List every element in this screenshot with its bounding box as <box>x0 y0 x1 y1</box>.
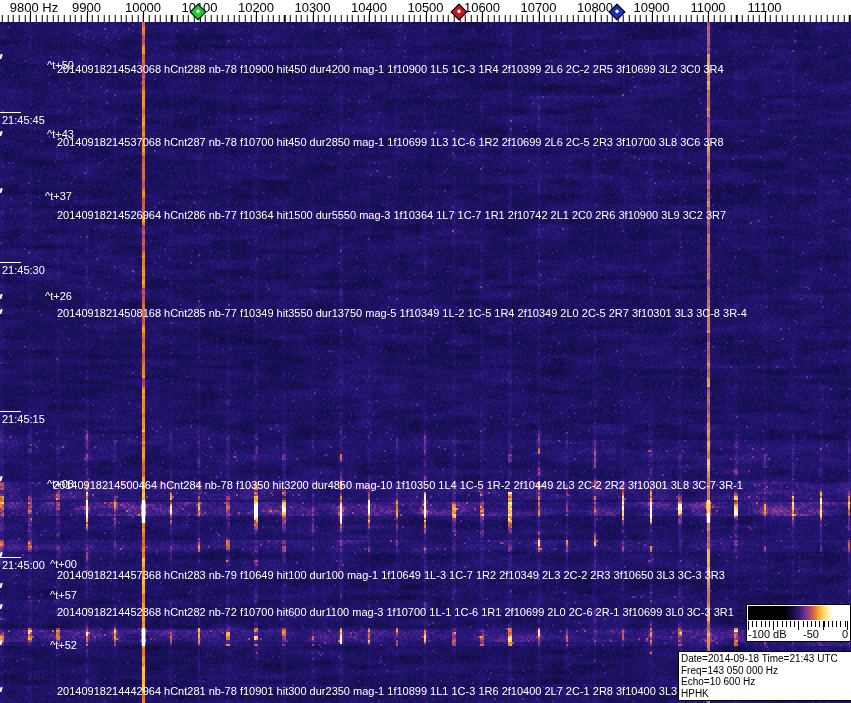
legend-mid-label: -50 <box>803 628 819 640</box>
ruler-tick-label: 10500 <box>407 1 443 14</box>
event-detection-line: 20140918214442964 hCnt281 nb-78 f10901 h… <box>57 686 694 697</box>
event-time-mark: ^t+52 <box>50 640 77 651</box>
time-label: 21:45:30 <box>2 264 45 276</box>
left-event-tick <box>0 476 3 481</box>
left-event-tick <box>0 604 3 609</box>
legend-major-tick <box>847 621 848 630</box>
event-detection-line: 20140918214457368 hCnt283 nb-79 f10649 h… <box>57 570 725 581</box>
info-box-line: HPHK <box>681 688 851 700</box>
ruler-tick-label: 10700 <box>520 1 556 14</box>
ruler-tick-label: 9900 <box>72 1 101 14</box>
event-time-mark: ^t+26 <box>45 291 72 302</box>
time-tick-line <box>0 557 21 558</box>
frequency-ruler[interactable]: 9800 Hz990010000101001020010300104001050… <box>0 0 851 22</box>
ruler-tick-label: 10600 <box>464 1 500 14</box>
left-event-tick <box>0 188 3 193</box>
legend-major-tick <box>748 621 749 630</box>
ruler-tick-label: 11100 <box>747 1 781 14</box>
left-event-tick <box>0 309 3 314</box>
left-event-tick <box>0 131 3 136</box>
info-box-line: Echo=10 600 Hz <box>681 676 851 688</box>
event-detection-line: 20140918214508168 hCnt285 nb-77 f10349 h… <box>57 308 747 319</box>
time-label: 21:45:15 <box>2 413 45 425</box>
info-box-line: Freq=143 050 000 Hz <box>681 665 851 677</box>
ruler-tick-label: 10900 <box>633 1 669 14</box>
ruler-tick-label: 10200 <box>238 1 274 14</box>
event-detection-line: 20140918214452368 hCnt282 nb-72 f10700 h… <box>57 607 734 618</box>
event-detection-line: 20140918214537068 hCnt287 nb-78 f10700 h… <box>57 137 724 148</box>
left-event-tick <box>0 294 3 299</box>
event-detection-line: 20140918214500464 hCnt284 nb-78 f10350 h… <box>53 480 743 491</box>
db-scale-legend: -100 dB -50 0 <box>746 604 851 642</box>
time-label: 21:45:00 <box>2 559 45 571</box>
event-detection-line: 20140918214543068 hCnt288 nb-78 f10900 h… <box>57 64 724 75</box>
ruler-tick-label: 10300 <box>294 1 330 14</box>
event-detection-line: 20140918214526964 hCnt286 nb-77 f10364 h… <box>57 210 726 221</box>
time-tick-line <box>0 262 21 263</box>
status-info-box: Date=2014-09-18 Time=21:43 UTCFreq=143 0… <box>678 651 851 701</box>
ruler-tick-label: 11000 <box>690 1 725 14</box>
time-tick-line <box>0 411 21 412</box>
time-tick-line <box>0 112 21 113</box>
annotation-overlay: ^t+5020140918214543068 hCnt288 nb-78 f10… <box>0 0 851 703</box>
spectrum-monitor-window: 9800 Hz990010000101001020010300104001050… <box>0 0 851 703</box>
ruler-tick-label: 9800 Hz <box>10 1 58 14</box>
left-event-tick <box>0 687 3 692</box>
time-label: 21:45:45 <box>2 114 45 126</box>
left-event-tick <box>0 54 3 59</box>
ruler-tick-label: 10400 <box>351 1 387 14</box>
legend-major-tick <box>823 621 824 630</box>
left-event-tick <box>0 640 3 645</box>
left-event-tick <box>0 583 3 588</box>
legend-min-label: -100 dB <box>748 628 787 640</box>
event-time-mark: ^t+37 <box>45 191 72 202</box>
legend-major-tick <box>798 621 799 630</box>
colormap-gradient <box>748 606 849 620</box>
legend-major-tick <box>773 621 774 630</box>
event-time-mark: ^t+57 <box>50 590 77 601</box>
info-box-line: Date=2014-09-18 Time=21:43 UTC <box>681 653 851 665</box>
ruler-tick-label: 10000 <box>125 1 161 14</box>
